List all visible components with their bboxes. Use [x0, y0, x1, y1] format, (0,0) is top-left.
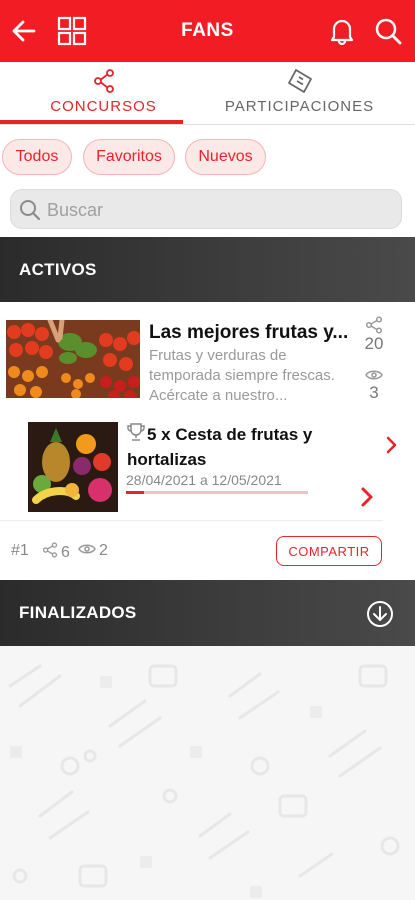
section-finalizados[interactable]: FINALIZADOS: [0, 580, 415, 646]
tab-label: PARTICIPACIONES: [224, 98, 375, 115]
share-icon: [360, 316, 388, 334]
prize-item[interactable]: 5 x Cesta de frutas y hortalizas 28/04/2…: [20, 414, 415, 520]
rank-label: #1: [11, 542, 29, 559]
tab-bar: CONCURSOS PARTICIPACIONES: [0, 62, 415, 124]
bell-icon[interactable]: [324, 13, 360, 49]
chevron-right-icon[interactable]: [386, 436, 398, 459]
ticket-icon: [196, 68, 403, 94]
eye-icon: [78, 542, 96, 560]
share-count: 6: [61, 543, 70, 561]
section-title: FINALIZADOS: [19, 603, 137, 622]
prize-title-text: 5 x Cesta de frutas y hortalizas: [127, 425, 313, 469]
filter-nuevos[interactable]: Nuevos: [185, 139, 266, 175]
share-count: 20: [364, 334, 384, 353]
eye-icon: [360, 366, 388, 380]
prize-title: 5 x Cesta de frutas y hortalizas: [127, 422, 357, 471]
filter-todos[interactable]: Todos: [2, 139, 72, 175]
app-header: FANS: [0, 0, 415, 62]
section-activos: ACTIVOS: [0, 237, 415, 303]
contest-description: Frutas y verduras de temporada siempre f…: [149, 347, 335, 404]
share-icon: [42, 542, 58, 563]
footer-shares: 6: [42, 542, 70, 563]
search-box[interactable]: [10, 189, 402, 229]
prize-progress-bar: [126, 491, 308, 494]
trophy-icon: [127, 422, 145, 448]
search-icon: [19, 199, 41, 226]
search-input[interactable]: [47, 196, 387, 224]
share-button[interactable]: COMPARTIR: [276, 536, 382, 566]
tab-label: CONCURSOS: [50, 98, 157, 115]
filter-favoritos[interactable]: Favoritos: [83, 139, 175, 175]
contest-card[interactable]: Las mejores frutas y... Frutas y verdura…: [0, 302, 415, 580]
contest-title[interactable]: Las mejores frutas y...: [149, 322, 364, 344]
search-icon[interactable]: [370, 13, 406, 49]
tab-participaciones[interactable]: PARTICIPACIONES: [196, 62, 403, 124]
share-icon: [0, 68, 207, 94]
prize-dates: 28/04/2021 a 12/05/2021: [126, 472, 282, 488]
search-bar: [0, 187, 415, 237]
tab-concursos[interactable]: CONCURSOS: [0, 62, 207, 124]
prize-progress-fill: [126, 491, 145, 494]
footer-views: 2: [78, 542, 108, 560]
background-pattern: [0, 646, 415, 900]
view-count: 3: [369, 383, 379, 402]
filter-chips: Todos Favoritos Nuevos: [0, 125, 415, 187]
chevron-down-circle-icon[interactable]: [366, 600, 394, 633]
view-count: 2: [99, 542, 108, 559]
contest-image: [6, 320, 140, 398]
divider: [0, 520, 383, 521]
section-title: ACTIVOS: [19, 260, 97, 279]
chevron-right-icon[interactable]: [360, 486, 374, 513]
prize-image: [28, 422, 118, 512]
